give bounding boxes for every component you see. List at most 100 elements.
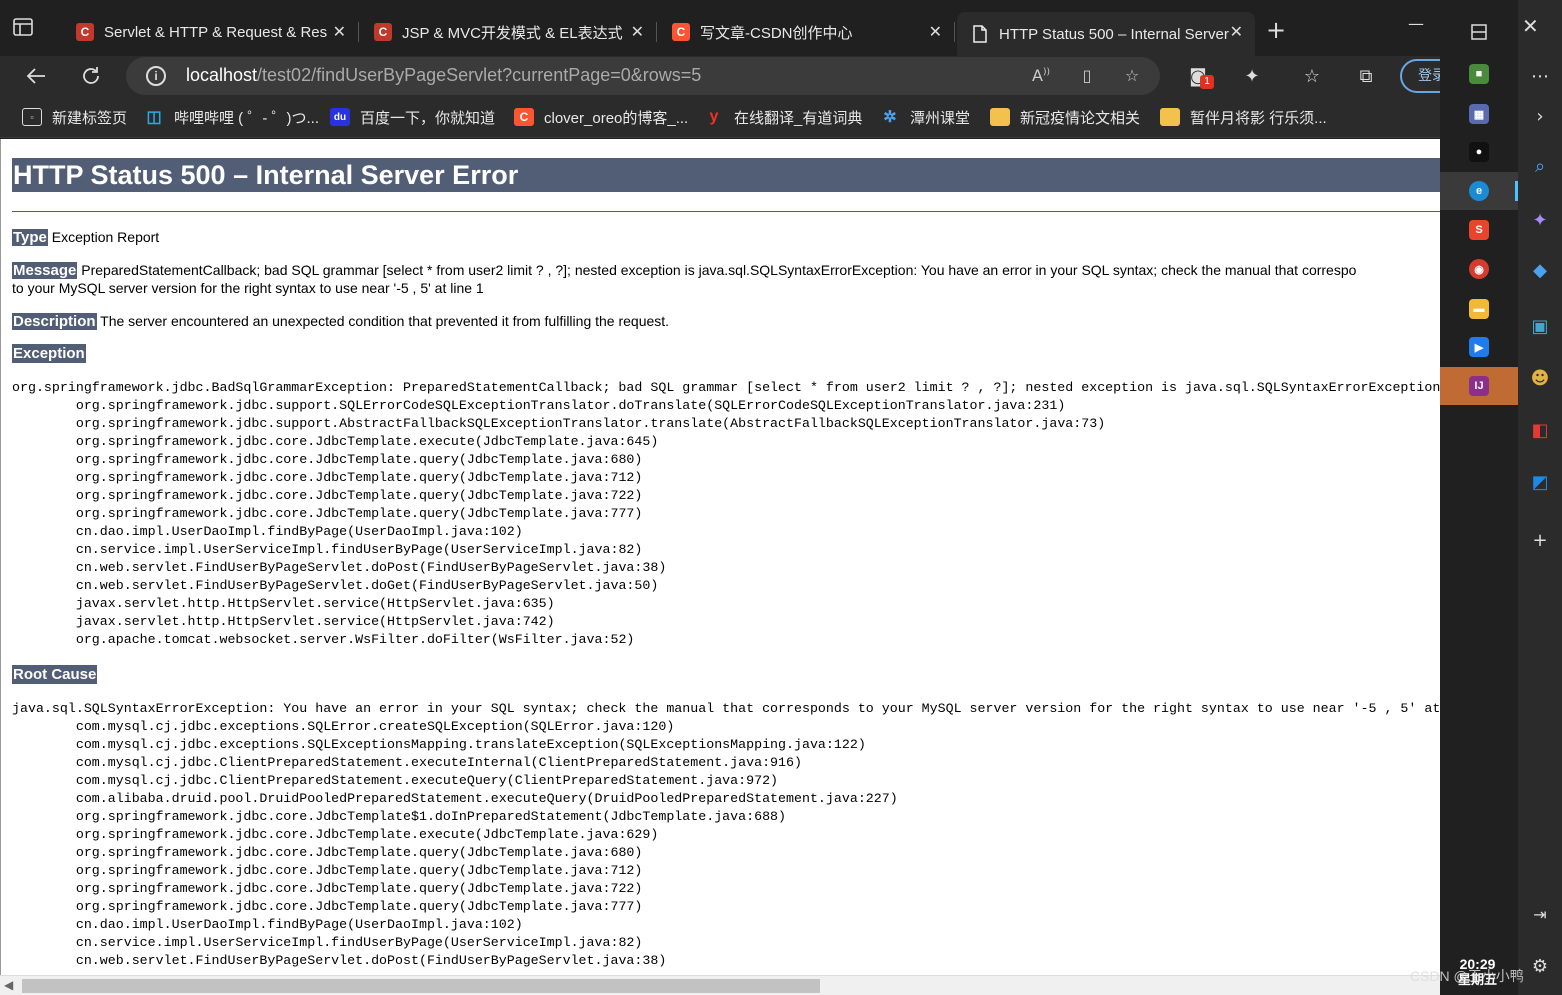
shopping-tag-icon[interactable]: ◆ (1528, 258, 1552, 282)
calculator-icon: ▦ (1469, 104, 1489, 124)
horizontal-scrollbar[interactable]: ◀ (0, 975, 1440, 995)
bookmark-label: clover_oreo的博客_... (544, 109, 689, 127)
taskbar: ■ ▦ ● e S ◉ ▬ ▶ IJ 20:29 星期五 (1440, 0, 1518, 995)
folder-icon (990, 108, 1010, 126)
type-label: Type (12, 229, 48, 246)
description-label: Description (12, 313, 97, 330)
csdn-favicon-icon: C (76, 23, 94, 41)
bookmark-tanzhou[interactable]: ✲ 潭州课堂 (880, 106, 970, 128)
exception-stacktrace: org.springframework.jdbc.BadSqlGrammarEx… (12, 380, 1440, 647)
close-tab-icon[interactable]: ✕ (631, 22, 644, 41)
close-tab-icon[interactable]: ✕ (333, 22, 346, 41)
tab-http-500[interactable]: HTTP Status 500 – Internal Server ✕ (957, 12, 1255, 56)
tab-strip: C Servlet & HTTP & Request & Res ✕ C JSP… (0, 0, 1440, 56)
collections-icon[interactable]: ⧉ (1352, 62, 1380, 90)
sogou-icon: S (1469, 220, 1489, 240)
add-favorite-icon[interactable]: ☆ (1121, 66, 1143, 88)
favorites-icon[interactable]: ☆ (1298, 62, 1326, 90)
close-window-icon[interactable]: ✕ (1522, 14, 1539, 38)
more-options-icon[interactable]: ⋯ (1528, 64, 1552, 88)
edge-icon: e (1469, 181, 1489, 201)
bookmark-baidu[interactable]: du 百度一下，你就知道 (330, 106, 495, 128)
extensions-icon[interactable]: ✦ (1238, 62, 1266, 90)
csdn-icon: C (514, 108, 534, 126)
tab-jsp[interactable]: C JSP & MVC开发模式 & EL表达式 ✕ (360, 12, 657, 52)
bookmark-label: 新建标签页 (52, 109, 128, 127)
games-icon[interactable]: ☻ (1528, 366, 1552, 390)
bookmark-folder-covid[interactable]: 新冠疫情论文相关 (990, 106, 1140, 128)
intellij-icon: IJ (1469, 376, 1489, 396)
snap-layout-icon[interactable] (1440, 12, 1518, 52)
tab-actions-icon[interactable] (12, 16, 50, 46)
refresh-icon[interactable] (77, 62, 105, 90)
taskbar-sogou[interactable]: S (1440, 211, 1518, 249)
scroll-left-icon[interactable]: ◀ (4, 978, 13, 992)
outlook-icon[interactable]: ◩ (1528, 470, 1552, 494)
bookmark-bilibili[interactable]: ◫ 哔哩哔哩 ( ゜- ゜)つ... (144, 106, 319, 128)
feishu-icon: ▶ (1469, 337, 1489, 357)
exception-heading: Exception (12, 344, 86, 363)
taskbar-intellij[interactable]: IJ (1440, 367, 1518, 405)
tab-servlet[interactable]: C Servlet & HTTP & Request & Res ✕ (62, 12, 359, 52)
taskbar-qq[interactable]: ● (1440, 133, 1518, 171)
close-tab-icon[interactable]: ✕ (1230, 22, 1243, 41)
add-sidebar-item-icon[interactable]: + (1528, 528, 1552, 552)
search-icon[interactable]: ⌕ (1528, 154, 1552, 178)
type-row: Type Exception Report (12, 228, 159, 247)
bookmark-label: 潭州课堂 (910, 109, 971, 127)
site-info-icon[interactable]: i (146, 66, 166, 86)
taskbar-calculator[interactable]: ▦ (1440, 95, 1518, 133)
taskbar-app-1[interactable]: ■ (1440, 55, 1518, 93)
youdao-icon: y (709, 108, 719, 125)
close-tab-icon[interactable]: ✕ (929, 22, 942, 41)
back-icon[interactable] (22, 62, 50, 90)
taskbar-feishu[interactable]: ▶ (1440, 328, 1518, 366)
toolbar: i localhost/test02/findUserByPageServlet… (0, 56, 1460, 96)
minimize-icon[interactable]: — (1408, 14, 1424, 33)
read-aloud-icon[interactable]: A)) (1030, 66, 1052, 88)
message-value-continued: to your MySQL server version for the rig… (12, 280, 484, 296)
bookmark-label: 新冠疫情论文相关 (1020, 109, 1141, 127)
divider (12, 211, 1440, 212)
edge-sidebar: ✕ ⋯ › ⌕ ✦ ◆ ▣ ☻ ◧ ◩ + ⇥ ⚙ (1518, 0, 1562, 995)
tools-icon[interactable]: ▣ (1528, 314, 1552, 338)
chevron-right-icon[interactable]: › (1528, 104, 1552, 128)
new-tab-icon[interactable]: + (1266, 18, 1286, 42)
office-icon[interactable]: ◧ (1528, 418, 1552, 442)
taskbar-edge[interactable]: e (1440, 172, 1518, 210)
tanzhou-icon: ✲ (883, 109, 897, 126)
folder-icon (1160, 108, 1180, 126)
bookmark-youdao[interactable]: y 在线翻译_有道词典 (704, 106, 863, 128)
chrome-icon: ◉ (1469, 259, 1489, 279)
tab-title: 写文章-CSDN创作中心 (700, 24, 853, 42)
page-title: HTTP Status 500 – Internal Server Error (12, 158, 1440, 192)
message-value: PreparedStatementCallback; bad SQL gramm… (81, 262, 1357, 278)
bookmark-new-tab[interactable]: ▫ 新建标签页 (22, 106, 127, 128)
url-path: /test02/findUserByPageServlet?currentPag… (257, 65, 702, 85)
address-bar[interactable]: i localhost/test02/findUserByPageServlet… (126, 57, 1160, 95)
sidebar-collapse-icon[interactable]: ⇥ (1528, 902, 1552, 926)
browser-window: C Servlet & HTTP & Request & Res ✕ C JSP… (0, 0, 1562, 995)
taskbar-file-explorer[interactable]: ▬ (1440, 290, 1518, 328)
url-text[interactable]: localhost/test02/findUserByPageServlet?c… (186, 65, 701, 86)
copilot-icon[interactable]: ✦ (1528, 208, 1552, 232)
settings-gear-icon[interactable]: ⚙ (1528, 954, 1552, 978)
csdn-favicon-icon: C (374, 23, 392, 41)
bookmarks-bar: ▫ 新建标签页 ◫ 哔哩哔哩 ( ゜- ゜)つ... du 百度一下，你就知道 Ccl… (0, 96, 1440, 138)
tab-title: Servlet & HTTP & Request & Res (104, 23, 328, 41)
extension-badge: 1 (1200, 75, 1214, 89)
page-icon (971, 25, 989, 43)
bookmark-csdn[interactable]: Cclover_oreo的博客_... (514, 106, 688, 128)
baidu-icon: du (330, 108, 350, 126)
root-cause-heading: Root Cause (12, 665, 98, 684)
qq-icon: ● (1469, 142, 1489, 162)
tab-title: JSP & MVC开发模式 & EL表达式 (402, 24, 623, 42)
reader-view-icon[interactable]: ▯ (1076, 66, 1098, 88)
message-row-continued: to your MySQL server version for the rig… (12, 279, 484, 297)
bookmark-folder-poem[interactable]: 暂伴月将影 行乐须... (1160, 106, 1327, 128)
new-tab-icon: ▫ (22, 108, 42, 126)
scrollbar-thumb[interactable] (22, 979, 820, 993)
taskbar-chrome[interactable]: ◉ (1440, 250, 1518, 288)
tab-csdn-write[interactable]: C 写文章-CSDN创作中心 ✕ (658, 12, 955, 52)
description-value: The server encountered an unexpected con… (100, 313, 670, 329)
